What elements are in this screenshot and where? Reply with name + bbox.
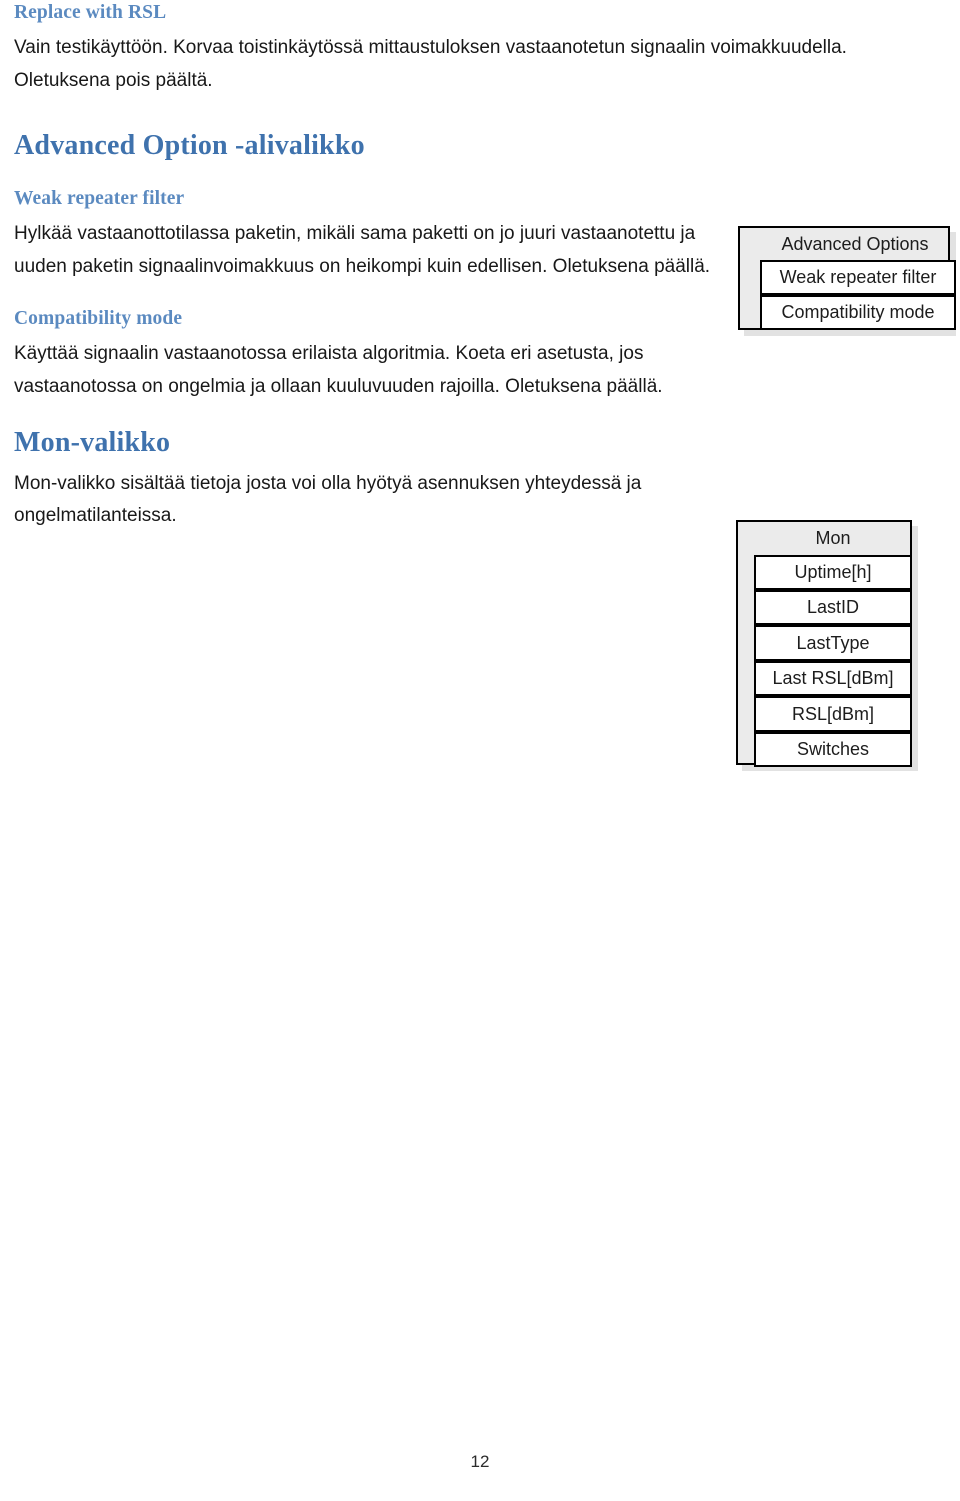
paragraph-mon-valikko: Mon-valikko sisältää tietoja josta voi o… — [14, 472, 642, 527]
menu-item-weak-repeater-filter[interactable]: Weak repeater filter — [760, 260, 956, 295]
menu-item-compatibility-mode[interactable]: Compatibility mode — [760, 295, 956, 330]
menu-item-last-rsl[interactable]: Last RSL[dBm] — [754, 661, 912, 696]
heading-mon-valikko: Mon-valikko — [14, 427, 171, 459]
menu-item-switches[interactable]: Switches — [754, 732, 912, 767]
paragraph-compatibility-mode: Käyttää signaalin vastaanotossa erilaist… — [14, 343, 663, 397]
advanced-options-menu-title: Advanced Options — [781, 233, 929, 254]
heading-compatibility-mode: Compatibility mode — [14, 307, 183, 329]
menu-item-uptime[interactable]: Uptime[h] — [754, 555, 912, 590]
heading-advanced-option: Advanced Option -alivalikko — [14, 129, 365, 161]
page-number: 12 — [470, 1452, 490, 1471]
heading-replace-with-rsl: Replace with RSL — [14, 2, 167, 23]
figure-mon-menu: Mon Uptime[h] LastID LastType Last RSL[d… — [736, 520, 960, 770]
paragraph-replace-with-rsl: Vain testikäyttöön. Korvaa toistinkäytös… — [14, 37, 847, 91]
paragraph-weak-repeater-filter: Hylkää vastaanottotilassa paketin, mikäl… — [14, 223, 711, 278]
mon-menu-title: Mon — [815, 528, 851, 548]
menu-item-lasttype[interactable]: LastType — [754, 625, 912, 661]
figure-advanced-options-menu: Advanced Options Weak repeater filter Co… — [738, 226, 960, 338]
menu-item-rsl[interactable]: RSL[dBm] — [754, 696, 912, 732]
menu-item-lastid[interactable]: LastID — [754, 590, 912, 625]
heading-weak-repeater-filter: Weak repeater filter — [14, 188, 185, 210]
document-page: Replace with RSL Vain testikäyttöön. Kor… — [0, 0, 960, 1501]
